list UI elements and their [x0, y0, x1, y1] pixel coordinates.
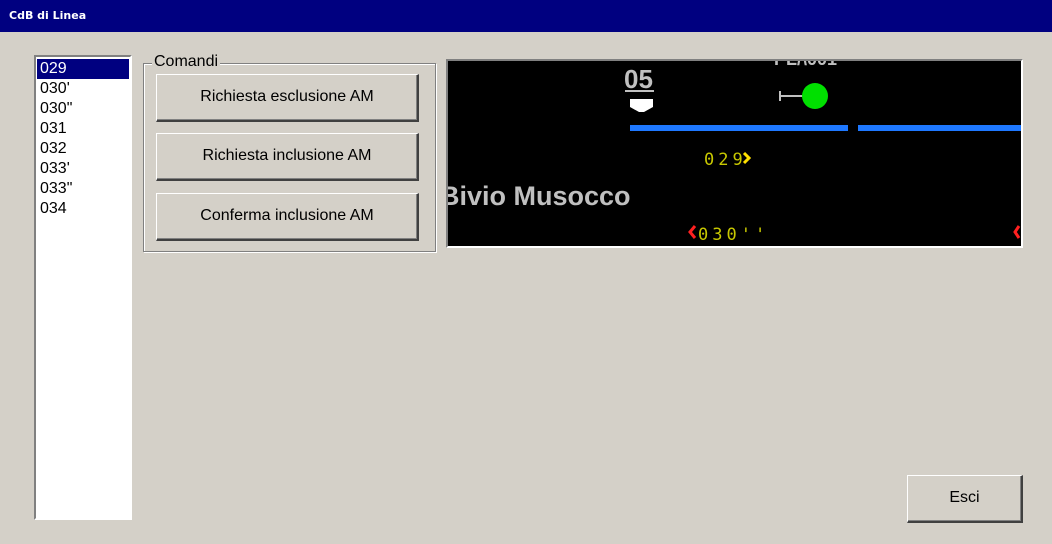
list-item[interactable]: 032: [37, 139, 129, 159]
list-item[interactable]: 033": [37, 179, 129, 199]
signal-number: 05: [624, 64, 653, 94]
arrow-left-icon: [1013, 225, 1021, 239]
signal-light-icon: [802, 83, 828, 109]
request-exclusion-am-label: Richiesta esclusione AM: [200, 88, 374, 105]
confirm-inclusion-am-label: Conferma inclusione AM: [200, 207, 374, 224]
exit-button[interactable]: Esci: [907, 475, 1023, 523]
request-exclusion-am-button[interactable]: Richiesta esclusione AM: [156, 74, 419, 122]
track-label-029: 029: [704, 150, 747, 170]
exit-button-label: Esci: [949, 489, 980, 506]
confirm-inclusion-am-button[interactable]: Conferma inclusione AM: [156, 193, 419, 241]
window-title: CdB di Linea: [9, 9, 87, 22]
request-inclusion-am-label: Richiesta inclusione AM: [202, 147, 372, 164]
track-schematic: PL/\001 05 029 Bivio Musocco 030'': [446, 59, 1023, 248]
arrow-left-icon: [688, 225, 697, 239]
list-item[interactable]: 029: [37, 59, 129, 79]
shield-icon: [630, 99, 653, 112]
track-label-030: 030'': [698, 225, 769, 245]
track-segment: [858, 125, 1021, 131]
request-inclusion-am-button[interactable]: Richiesta inclusione AM: [156, 133, 419, 181]
block-section-list[interactable]: 029 030' 030" 031 032 033' 033" 034: [34, 55, 132, 520]
list-item[interactable]: 030": [37, 99, 129, 119]
track-schematic-svg: PL/\001 05 029 Bivio Musocco 030'': [448, 61, 1021, 245]
list-item[interactable]: 034: [37, 199, 129, 219]
station-name: Bivio Musocco: [448, 181, 631, 211]
track-segment: [630, 125, 848, 131]
signal-label: PL/\001: [774, 61, 837, 69]
title-bar[interactable]: CdB di Linea: [0, 0, 1052, 32]
main-window: CdB di Linea 029 030' 030" 031 032 033' …: [0, 0, 1052, 544]
list-item[interactable]: 031: [37, 119, 129, 139]
commands-group-label: Comandi: [152, 52, 221, 72]
list-item[interactable]: 033': [37, 159, 129, 179]
list-item[interactable]: 030': [37, 79, 129, 99]
